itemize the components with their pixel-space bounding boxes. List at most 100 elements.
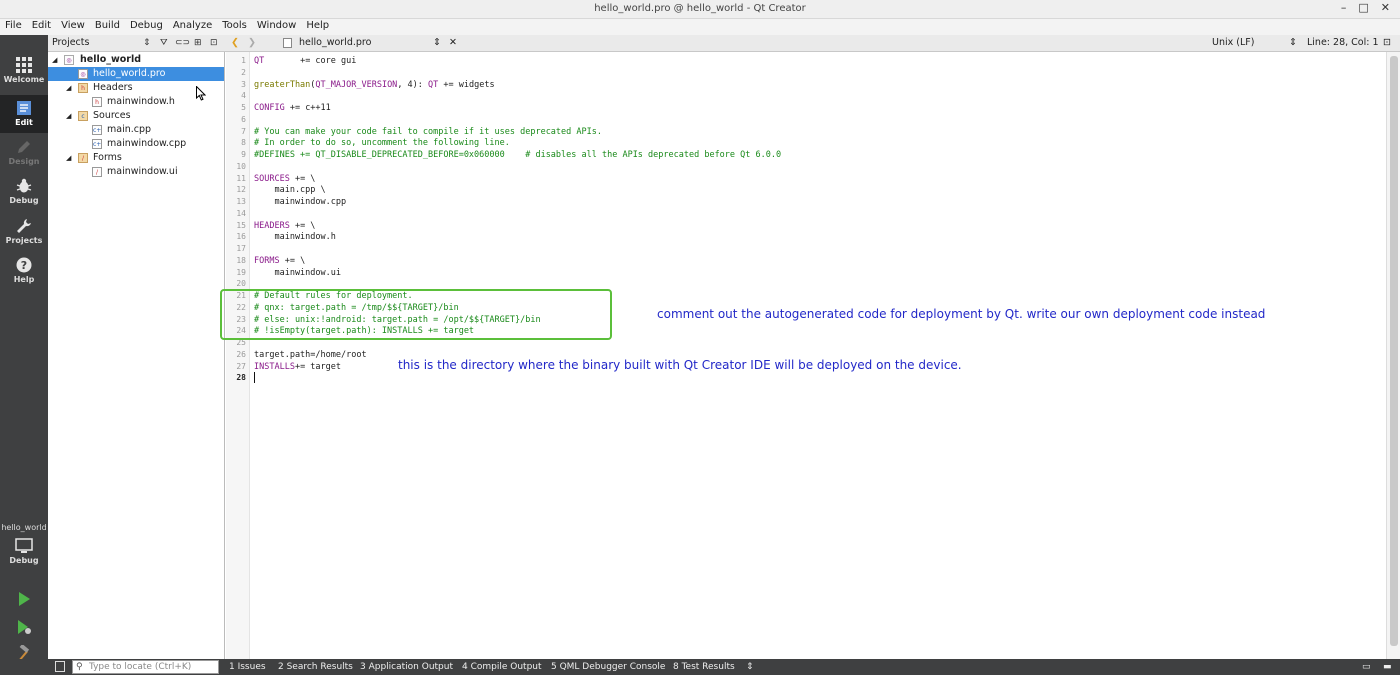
menu-debug[interactable]: Debug	[125, 19, 168, 35]
code-line[interactable]: mainwindow.ui	[254, 268, 341, 278]
line-number: 1	[241, 56, 246, 65]
code-line[interactable]: mainwindow.cpp	[254, 197, 346, 207]
line-number: 8	[241, 138, 246, 148]
selector-arrows-icon[interactable]: ⇕	[143, 38, 151, 48]
line-number: 17	[236, 244, 246, 253]
tab-compile-output[interactable]: 4 Compile Output	[462, 662, 542, 672]
menu-view[interactable]: View	[56, 19, 90, 35]
menu-edit[interactable]: Edit	[27, 19, 56, 35]
close-document-icon[interactable]: ✕	[449, 37, 457, 48]
cursor-position[interactable]: Line: 28, Col: 1	[1307, 37, 1379, 48]
close-button[interactable]: ✕	[1381, 1, 1390, 14]
code-line[interactable]: INSTALLS+= target	[254, 362, 341, 372]
line-number: 10	[236, 161, 246, 171]
code-line[interactable]: HEADERS += \	[254, 221, 315, 231]
split-editor-icon[interactable]: ⊡	[1383, 37, 1391, 48]
progress-details-icon[interactable]: ▬	[1383, 662, 1392, 672]
mode-help[interactable]: ? Help	[0, 257, 48, 293]
code-line[interactable]: greaterThan(QT_MAJOR_VERSION, 4): QT += …	[254, 80, 495, 90]
kit-selector[interactable]: Debug	[0, 538, 48, 574]
tree-item-forms[interactable]: ◢ / Forms	[48, 151, 224, 165]
cpp-file-icon: c+	[92, 125, 102, 135]
code-line[interactable]: QT += core gui	[254, 56, 356, 66]
toggle-output-icon[interactable]: ▭	[1362, 662, 1371, 672]
tab-application-output[interactable]: 3 Application Output	[360, 662, 453, 672]
tree-item-mainwindow-ui[interactable]: / mainwindow.ui	[48, 165, 224, 179]
menu-window[interactable]: Window	[252, 19, 301, 35]
line-number: 11	[236, 173, 246, 183]
grid-icon	[16, 57, 32, 73]
line-ending-selector[interactable]: Unix (LF)	[1212, 37, 1254, 48]
code-line[interactable]: mainwindow.h	[254, 232, 335, 242]
menu-tools[interactable]: Tools	[217, 19, 252, 35]
menu-file[interactable]: File	[0, 19, 27, 35]
debug-run-button[interactable]	[0, 619, 48, 641]
expand-arrow-icon[interactable]: ◢	[52, 53, 57, 67]
minimize-button[interactable]: –	[1341, 1, 1347, 14]
document-selector-arrows-icon[interactable]: ⇕	[433, 37, 441, 48]
mode-design[interactable]: Design	[0, 139, 48, 175]
code-line[interactable]: CONFIG += c++11	[254, 103, 331, 113]
link-icon[interactable]: ⊂⊃	[175, 38, 190, 48]
deployment-highlight-box	[220, 289, 612, 340]
locator-input[interactable]: ⚲ Type to locate (Ctrl+K)	[72, 660, 219, 674]
scrollbar-thumb[interactable]	[1390, 56, 1398, 646]
menu-bar: File Edit View Build Debug Analyze Tools…	[0, 19, 1400, 35]
code-line[interactable]: # You can make your code fail to compile…	[254, 127, 602, 137]
code-line[interactable]: target.path=/home/root	[254, 350, 367, 360]
tree-item-sources[interactable]: ◢ c Sources	[48, 109, 224, 123]
run-button[interactable]	[0, 591, 48, 613]
code-line[interactable]: SOURCES += \	[254, 174, 315, 184]
tree-item-pro-file[interactable]: ◎ hello_world.pro	[48, 67, 224, 81]
projects-view-selector[interactable]: Projects	[52, 37, 89, 48]
mode-projects[interactable]: Projects	[0, 218, 48, 254]
tab-issues[interactable]: 1 Issues	[229, 662, 266, 672]
mode-edit[interactable]: Edit	[0, 95, 48, 133]
line-number: 2	[241, 67, 246, 77]
window-title: hello_world.pro @ hello_world - Qt Creat…	[594, 3, 806, 14]
kit-project-name: hello_world	[1, 523, 47, 532]
bug-icon	[16, 178, 32, 193]
mode-debug[interactable]: Debug	[0, 178, 48, 214]
code-line[interactable]: main.cpp \	[254, 185, 325, 195]
close-pane-icon[interactable]: ⊡	[210, 38, 218, 48]
forward-icon[interactable]: ❯	[248, 37, 256, 48]
line-number: 12	[236, 185, 246, 195]
back-icon[interactable]: ❮	[231, 37, 239, 48]
toggle-sidebar-icon[interactable]	[55, 661, 65, 672]
svg-text:?: ?	[21, 259, 27, 272]
tree-item-project[interactable]: ◢ ◎ hello_world	[48, 53, 224, 67]
maximize-button[interactable]: □	[1358, 1, 1368, 14]
tab-search-results[interactable]: 2 Search Results	[278, 662, 353, 672]
monitor-icon	[15, 538, 33, 553]
code-line[interactable]: FORMS += \	[254, 256, 305, 266]
pro-file-icon: ◎	[78, 69, 88, 79]
code-line[interactable]: #DEFINES += QT_DISABLE_DEPRECATED_BEFORE…	[254, 150, 781, 160]
mode-welcome[interactable]: Welcome	[0, 57, 48, 93]
expand-arrow-icon[interactable]: ◢	[66, 109, 71, 123]
menu-help[interactable]: Help	[301, 19, 334, 35]
projects-toolbar: Projects ⇕ ⛛ ⊂⊃ ⊞ ⊡	[48, 35, 225, 52]
filter-icon[interactable]: ⛛	[160, 38, 168, 48]
tab-qml-debugger-console[interactable]: 5 QML Debugger Console	[551, 662, 665, 672]
code-editor[interactable]: 1 2 3 4 5 6 7 8 9 10 11 12 13 14 15 16 17 18 19 20 21 22 23 24 2…	[226, 52, 1400, 659]
mode-bar: Welcome Edit Design Debug Projects ? Hel…	[0, 35, 48, 661]
split-icon[interactable]: ⊞	[194, 38, 202, 48]
status-bar: ⚲ Type to locate (Ctrl+K) 1 Issues 2 Sea…	[0, 659, 1400, 675]
tree-item-main-cpp[interactable]: c+ main.cpp	[48, 123, 224, 137]
code-line[interactable]: # In order to do so, uncomment the follo…	[254, 138, 510, 148]
vertical-scrollbar[interactable]	[1386, 52, 1400, 659]
directory-annotation: this is the directory where the binary b…	[398, 358, 962, 372]
line-ending-arrows-icon[interactable]: ⇕	[1289, 37, 1297, 48]
more-panes-arrows-icon[interactable]: ⇕	[746, 662, 754, 672]
debug-run-icon	[18, 620, 31, 634]
menu-build[interactable]: Build	[90, 19, 125, 35]
document-selector[interactable]: hello_world.pro	[299, 37, 371, 48]
expand-arrow-icon[interactable]: ◢	[66, 151, 71, 165]
line-number: 14	[236, 208, 246, 218]
menu-analyze[interactable]: Analyze	[168, 19, 217, 35]
tab-test-results[interactable]: 8 Test Results	[673, 662, 735, 672]
expand-arrow-icon[interactable]: ◢	[66, 81, 71, 95]
search-icon: ⚲	[76, 662, 83, 672]
tree-item-mainwindow-cpp[interactable]: c+ mainwindow.cpp	[48, 137, 224, 151]
